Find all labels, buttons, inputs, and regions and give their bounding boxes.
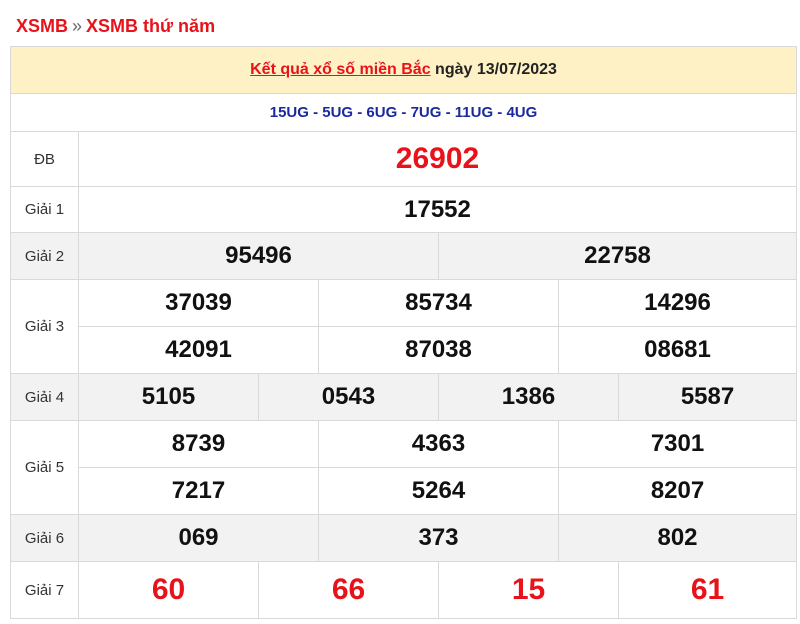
prize-row-g4: Giải 4 5105 0543 1386 5587	[10, 373, 798, 421]
prize-number-g4: 1386	[438, 373, 619, 421]
prize-number-g5: 8739	[78, 420, 319, 468]
results-header: Kết quả xổ số miền Bắc ngày 13/07/2023	[9, 46, 798, 94]
prize-row-g6: Giải 6 069 373 802	[10, 514, 798, 562]
prize-row-g3-second: 42091 87038 08681	[11, 326, 798, 374]
results-table-container: Kết quả xổ số miền Bắc ngày 13/07/2023 1…	[9, 46, 798, 619]
prize-number-g7: 60	[78, 561, 259, 619]
prize-number-g7: 66	[258, 561, 439, 619]
prize-row-g3: Giải 3 37039 85734 14296	[10, 279, 798, 374]
prize-row-g1: Giải 1 17552	[10, 186, 798, 233]
prize-number-g3: 37039	[78, 279, 319, 327]
prize-number-g4: 5587	[617, 373, 798, 421]
breadcrumb: XSMB» XSMB thứ năm	[0, 0, 800, 46]
prize-number-g3: 42091	[78, 326, 319, 374]
results-title-link[interactable]: Kết quả xổ số miền Bắc	[250, 61, 431, 78]
prize-number-g5: 7217	[78, 467, 319, 515]
prize-number-g5: 7301	[557, 420, 798, 468]
breadcrumb-home-link[interactable]: XSMB	[16, 16, 68, 36]
prize-number-g5: 5264	[318, 467, 559, 515]
prize-number-g4: 0543	[258, 373, 439, 421]
prize-number-g5: 4363	[318, 420, 559, 468]
prize-codes: 15UG - 5UG - 6UG - 7UG - 11UG - 4UG	[9, 93, 798, 132]
results-table: Kết quả xổ số miền Bắc ngày 13/07/2023 1…	[9, 46, 798, 619]
prize-label-g2: Giải 2	[10, 232, 79, 280]
breadcrumb-separator: »	[72, 16, 83, 36]
prize-label-g7: Giải 7	[10, 561, 79, 619]
prize-label-g4: Giải 4	[10, 373, 79, 421]
prize-label-g1: Giải 1	[10, 186, 79, 233]
prize-row-g2: Giải 2 95496 22758	[10, 232, 798, 280]
prize-number-g3: 87038	[318, 326, 559, 374]
prize-number-g6: 373	[318, 514, 559, 562]
prize-label-g3: Giải 3	[10, 279, 79, 374]
prize-number-g3: 85734	[318, 279, 559, 327]
prize-row-g5-second: 7217 5264 8207	[11, 467, 798, 515]
prize-number-g5: 8207	[557, 467, 798, 515]
results-header-row: Kết quả xổ số miền Bắc ngày 13/07/2023	[9, 46, 798, 94]
prize-number-g7: 61	[617, 561, 798, 619]
breadcrumb-current-link[interactable]: XSMB thứ năm	[86, 16, 215, 36]
prize-label-g5: Giải 5	[10, 420, 79, 515]
prize-number-g4: 5105	[78, 373, 259, 421]
results-date: ngày 13/07/2023	[430, 61, 557, 78]
prize-number-g6: 069	[78, 514, 319, 562]
prize-label-db: ĐB	[10, 131, 79, 187]
prize-label-g6: Giải 6	[10, 514, 79, 562]
prize-number-g3: 08681	[557, 326, 798, 374]
prize-number-db: 26902	[77, 131, 798, 187]
prize-number-g7: 15	[438, 561, 619, 619]
codes-row: 15UG - 5UG - 6UG - 7UG - 11UG - 4UG	[9, 93, 798, 132]
prize-row-db: ĐB 26902	[10, 131, 798, 187]
prize-number-g6: 802	[557, 514, 798, 562]
prize-number-g3: 14296	[557, 279, 798, 327]
prize-number-g2: 22758	[437, 232, 798, 280]
prize-row-g7: Giải 7 60 66 15 61	[10, 561, 798, 619]
prize-row-g5: Giải 5 8739 4363 7301	[10, 420, 798, 515]
prize-number-g2: 95496	[78, 232, 439, 280]
prize-number-g1: 17552	[77, 186, 798, 233]
